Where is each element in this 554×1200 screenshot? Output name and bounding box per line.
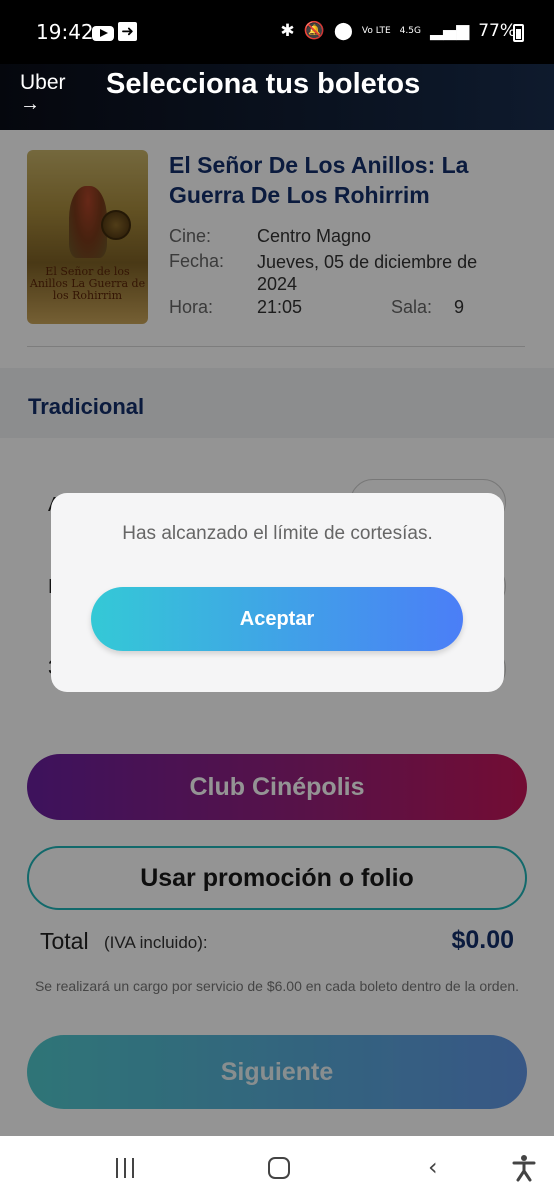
uber-logo: Uber bbox=[20, 71, 66, 94]
status-bar: 19:42 ➜ ✱ 🔕 ⬤ Vo LTE 4.5G ▂▄▆ 77% bbox=[0, 0, 554, 64]
system-nav-bar: ‹ bbox=[0, 1136, 554, 1200]
dialog-message: Has alcanzado el límite de cortesías. bbox=[122, 523, 433, 544]
signal-icon: ▂▄▆ bbox=[429, 21, 470, 41]
arrow-right-icon: → bbox=[20, 93, 40, 115]
battery-percent: 77% bbox=[478, 21, 516, 41]
volte-icon: Vo LTE bbox=[361, 25, 391, 36]
back-icon[interactable]: ‹ bbox=[428, 1155, 438, 1179]
uber-back-link[interactable]: Uber → bbox=[20, 71, 66, 115]
recents-icon[interactable] bbox=[114, 1158, 136, 1178]
accessibility-icon[interactable] bbox=[512, 1154, 536, 1182]
location-icon: ⬤ bbox=[333, 21, 353, 41]
forward-icon: ➜ bbox=[118, 22, 137, 41]
page-title: Selecciona tus boletos bbox=[106, 68, 421, 100]
accept-button[interactable]: Aceptar bbox=[91, 587, 463, 651]
bluetooth-icon: ✱ bbox=[280, 21, 295, 41]
mute-icon: 🔕 bbox=[303, 21, 325, 41]
app-header: Uber → Selecciona tus boletos bbox=[0, 64, 554, 130]
status-time: 19:42 bbox=[36, 20, 94, 44]
youtube-icon bbox=[92, 26, 114, 41]
home-icon[interactable] bbox=[268, 1157, 290, 1179]
battery-icon bbox=[513, 24, 524, 42]
courtesy-limit-dialog: Has alcanzado el límite de cortesías. Ac… bbox=[51, 493, 504, 692]
network-icon: 4.5G bbox=[399, 25, 421, 36]
status-icons: ✱ 🔕 ⬤ Vo LTE 4.5G ▂▄▆ 77% bbox=[280, 21, 516, 41]
